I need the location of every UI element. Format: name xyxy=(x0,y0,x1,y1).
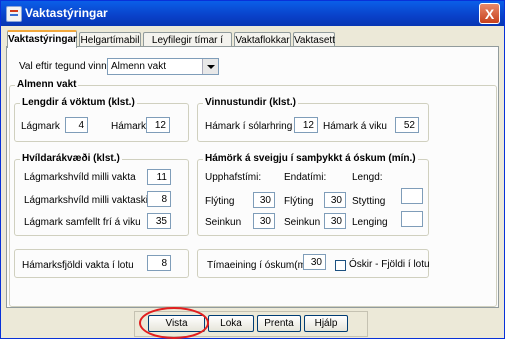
work-hours-title: Vinnustundir (klst.) xyxy=(203,97,298,108)
tab-vaktastyringar[interactable]: Vaktastýringar xyxy=(7,30,77,48)
extend-input[interactable] xyxy=(401,211,423,227)
rest-shift-change-input[interactable]: 8 xyxy=(147,191,171,207)
shift-type-value: Almenn vakt xyxy=(111,61,167,72)
max-per-day-input[interactable]: 12 xyxy=(294,117,318,133)
max-per-week-input[interactable]: 52 xyxy=(395,117,419,133)
rest-between-shifts-input[interactable]: 11 xyxy=(147,169,171,185)
tab-leyfilegir-timar[interactable]: Leyfilegir tímar í öskum xyxy=(143,32,232,61)
rest-between-shifts-label: Lágmarkshvíld milli vakta xyxy=(24,172,136,183)
tab-vaktasett[interactable]: Vaktasett xyxy=(293,32,335,47)
rest-weekly-input[interactable]: 35 xyxy=(147,213,171,229)
time-unit-group: Tímaeining í óskum(mín) 30 Óskir - Fjöld… xyxy=(197,249,430,278)
time-unit-input[interactable]: 30 xyxy=(303,254,326,270)
start-move-input[interactable]: 30 xyxy=(253,192,275,208)
shift-length-title: Lengdir á vöktum (klst.) xyxy=(20,97,137,108)
wish-count-checkbox[interactable] xyxy=(335,260,346,271)
rest-weekly-label: Lágmark samfellt frí á viku xyxy=(24,217,141,228)
max-shifts-input[interactable]: 8 xyxy=(147,255,171,271)
start-delay-input[interactable]: 30 xyxy=(253,213,275,229)
max-per-day-label: Hámark í sólarhring xyxy=(205,121,293,132)
shift-length-group: Lengdir á vöktum (klst.) Lágmark 4 Hámar… xyxy=(14,97,189,142)
time-unit-label: Tímaeining í óskum(mín) xyxy=(207,260,318,271)
title-bar[interactable]: Vaktastýringar X xyxy=(1,1,504,26)
max-shifts-label: Hámarksfjöldi vakta í lotu xyxy=(22,260,134,271)
rest-group: Hvíldarákvæði (klst.) Lágmarkshvíld mill… xyxy=(14,153,189,236)
close-button[interactable]: Loka xyxy=(208,315,254,332)
wish-constraints-title: Hámörk á sveigju í samþykkt á óskum (mín… xyxy=(203,153,418,164)
highlight-ring xyxy=(139,307,209,339)
start-time-heading: Upphafstími: xyxy=(205,172,262,183)
shift-max-input[interactable]: 12 xyxy=(146,117,170,133)
end-move-input[interactable]: 30 xyxy=(324,192,346,208)
rest-shift-change-label: Lágmarkshvíld milli vaktaskipta xyxy=(24,195,162,206)
shift-min-label: Lágmark xyxy=(21,121,60,132)
max-shifts-group: Hámarksfjöldi vakta í lotu 8 xyxy=(14,249,189,278)
dropdown-arrow-icon[interactable] xyxy=(202,59,218,74)
help-button[interactable]: Hjálp xyxy=(304,315,348,332)
end-move-label: Flýting xyxy=(284,196,314,207)
max-per-week-label: Hámark á viku xyxy=(323,121,387,132)
shorten-label: Stytting xyxy=(352,196,386,207)
main-window: Vaktastýringar X Vaktastýringar Helgartí… xyxy=(0,0,505,339)
end-delay-label: Seinkun xyxy=(284,217,321,228)
start-delay-label: Seinkun xyxy=(205,217,242,228)
end-time-heading: Endatími: xyxy=(284,172,327,183)
general-shift-group: Almenn vakt Lengdir á vöktum (klst.) Lág… xyxy=(9,79,497,307)
app-icon xyxy=(6,6,22,22)
shift-max-label: Hámark xyxy=(111,121,147,132)
close-window-button[interactable]: X xyxy=(479,3,500,24)
shift-min-input[interactable]: 4 xyxy=(65,117,88,133)
wish-constraints-group: Hámörk á sveigju í samþykkt á óskum (mín… xyxy=(197,153,429,236)
shorten-input[interactable] xyxy=(401,188,423,204)
tab-helgartimabil[interactable]: Helgartímabil xyxy=(79,32,141,47)
wish-count-label: Óskir - Fjöldi í lotu xyxy=(349,259,430,270)
length-heading: Lengd: xyxy=(352,172,383,183)
shift-type-label: Val eftir tegund vinnu xyxy=(19,61,113,72)
print-button[interactable]: Prenta xyxy=(257,315,301,332)
tab-panel: Val eftir tegund vinnu Almenn vakt Almen… xyxy=(6,46,499,308)
rest-title: Hvíldarákvæði (klst.) xyxy=(20,153,122,164)
work-hours-group: Vinnustundir (klst.) Hámark í sólarhring… xyxy=(197,97,429,142)
tab-vaktaflokkar[interactable]: Vaktaflokkar xyxy=(234,32,291,47)
general-shift-title: Almenn vakt xyxy=(15,79,79,90)
window-title: Vaktastýringar xyxy=(25,6,108,20)
start-move-label: Flýting xyxy=(205,196,235,207)
shift-type-select[interactable]: Almenn vakt xyxy=(107,58,219,75)
extend-label: Lenging xyxy=(352,217,388,228)
end-delay-input[interactable]: 30 xyxy=(324,213,346,229)
